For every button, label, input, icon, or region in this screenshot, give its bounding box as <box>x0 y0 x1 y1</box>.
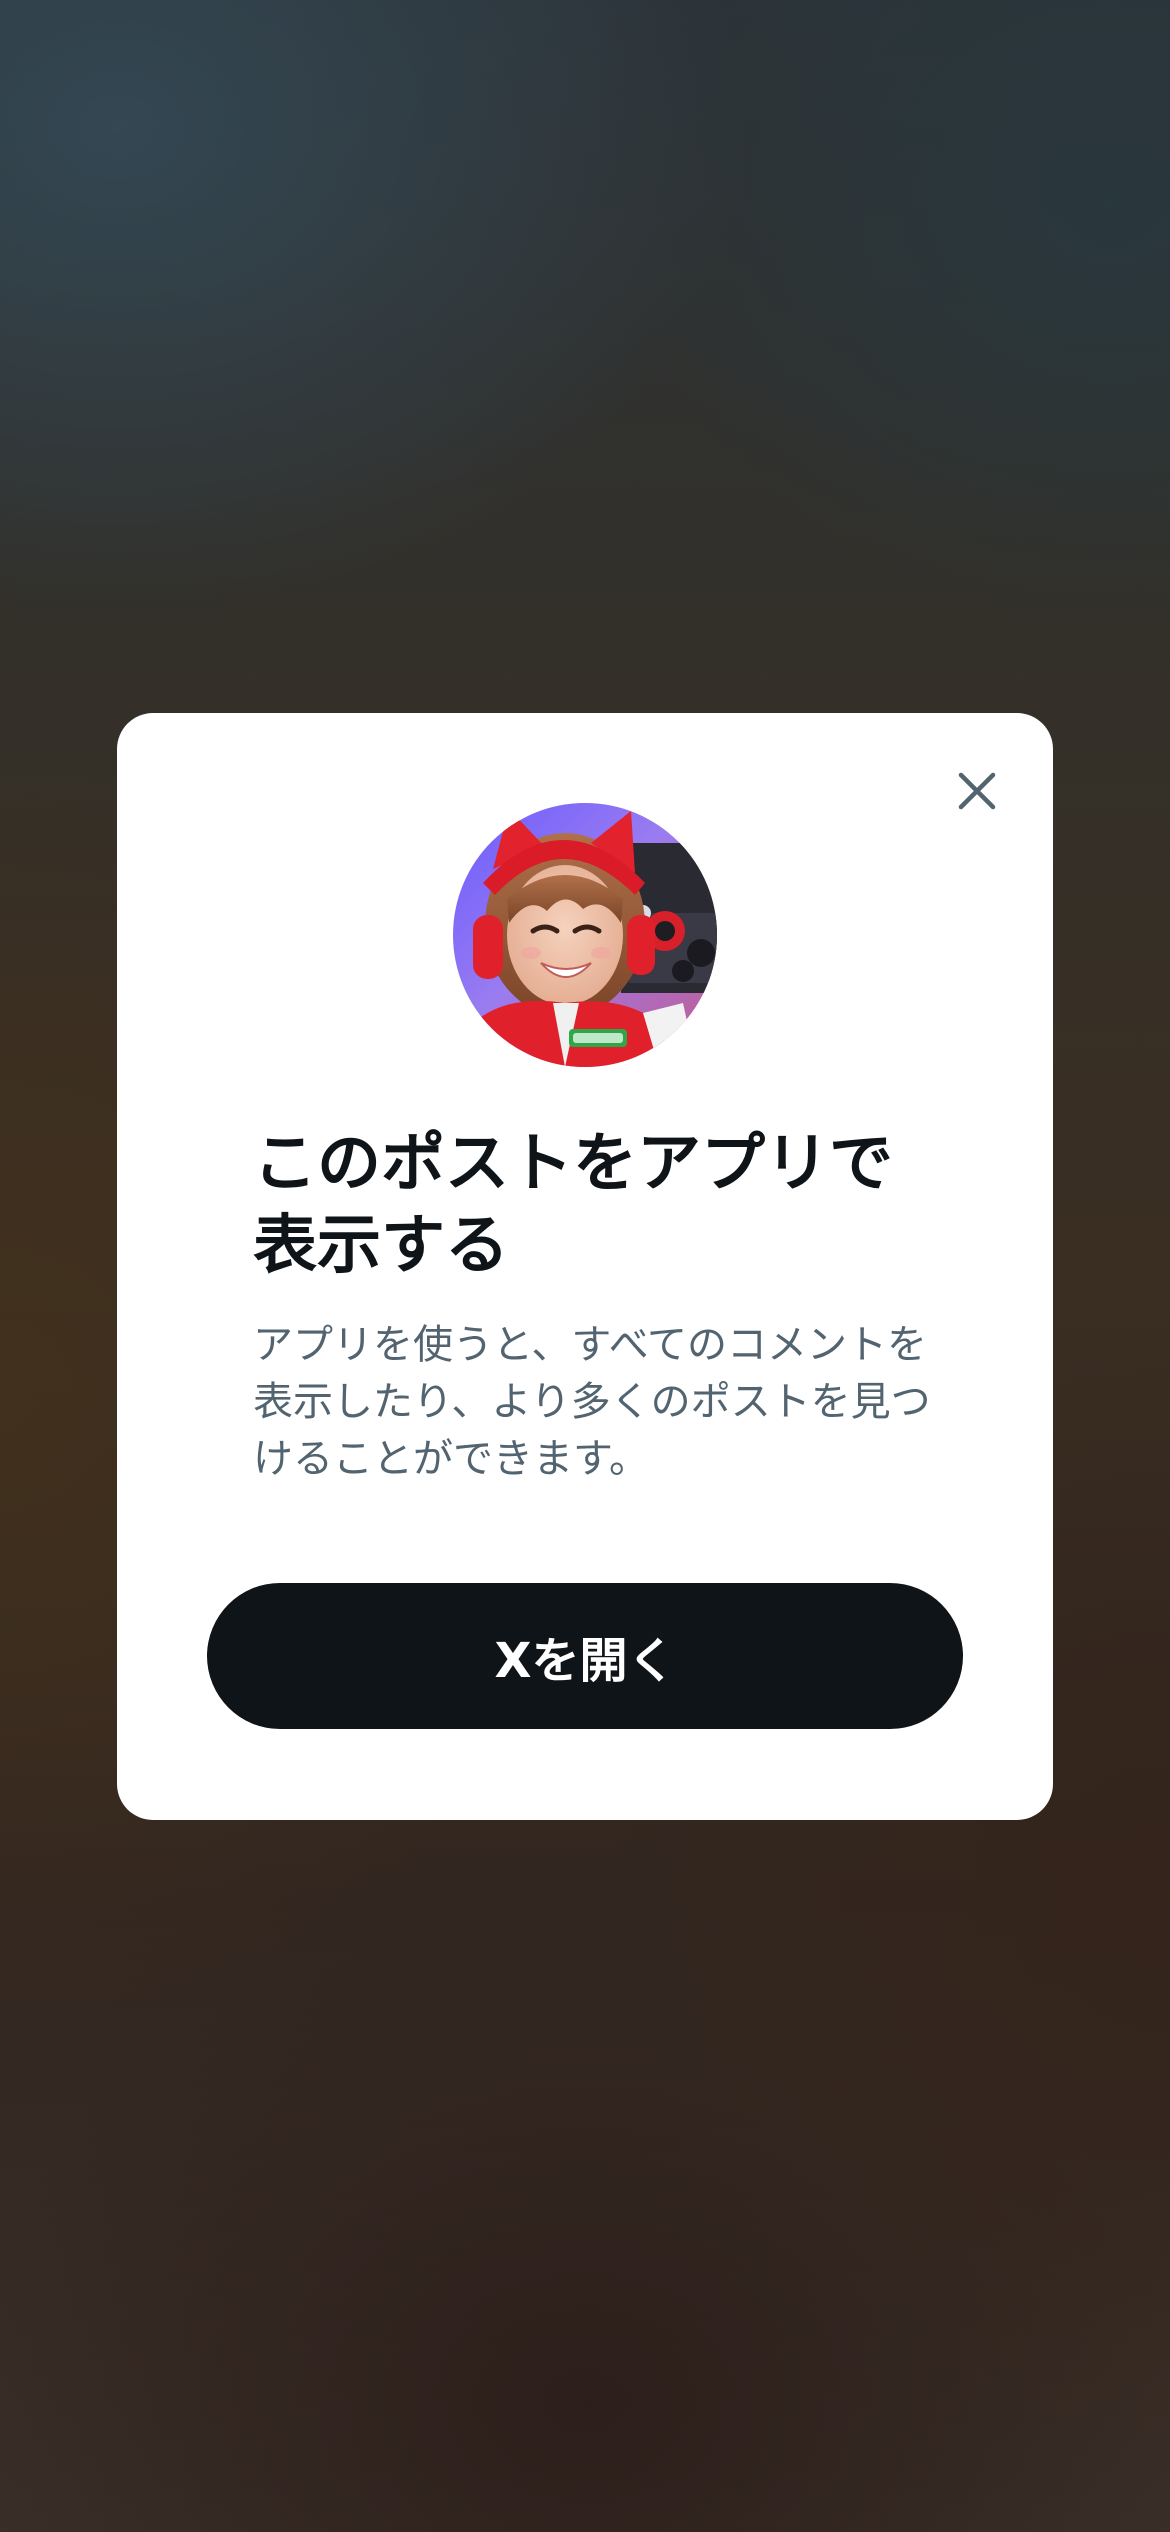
avatar-image <box>453 803 717 1067</box>
open-x-button[interactable]: Xを開く <box>207 1583 963 1729</box>
close-button[interactable] <box>949 763 1005 819</box>
modal-description: アプリを使うと、すべてのコメントを表示したり、より多くのポストを見つけることがで… <box>253 1322 931 1482</box>
open-in-app-modal: このポストをアプリで表示する アプリを使うと、すべてのコメントを表示したり、より… <box>117 713 1053 1820</box>
close-icon <box>958 772 996 810</box>
avatar <box>453 803 717 1067</box>
modal-title: このポストをアプリで表示する <box>253 1127 893 1283</box>
